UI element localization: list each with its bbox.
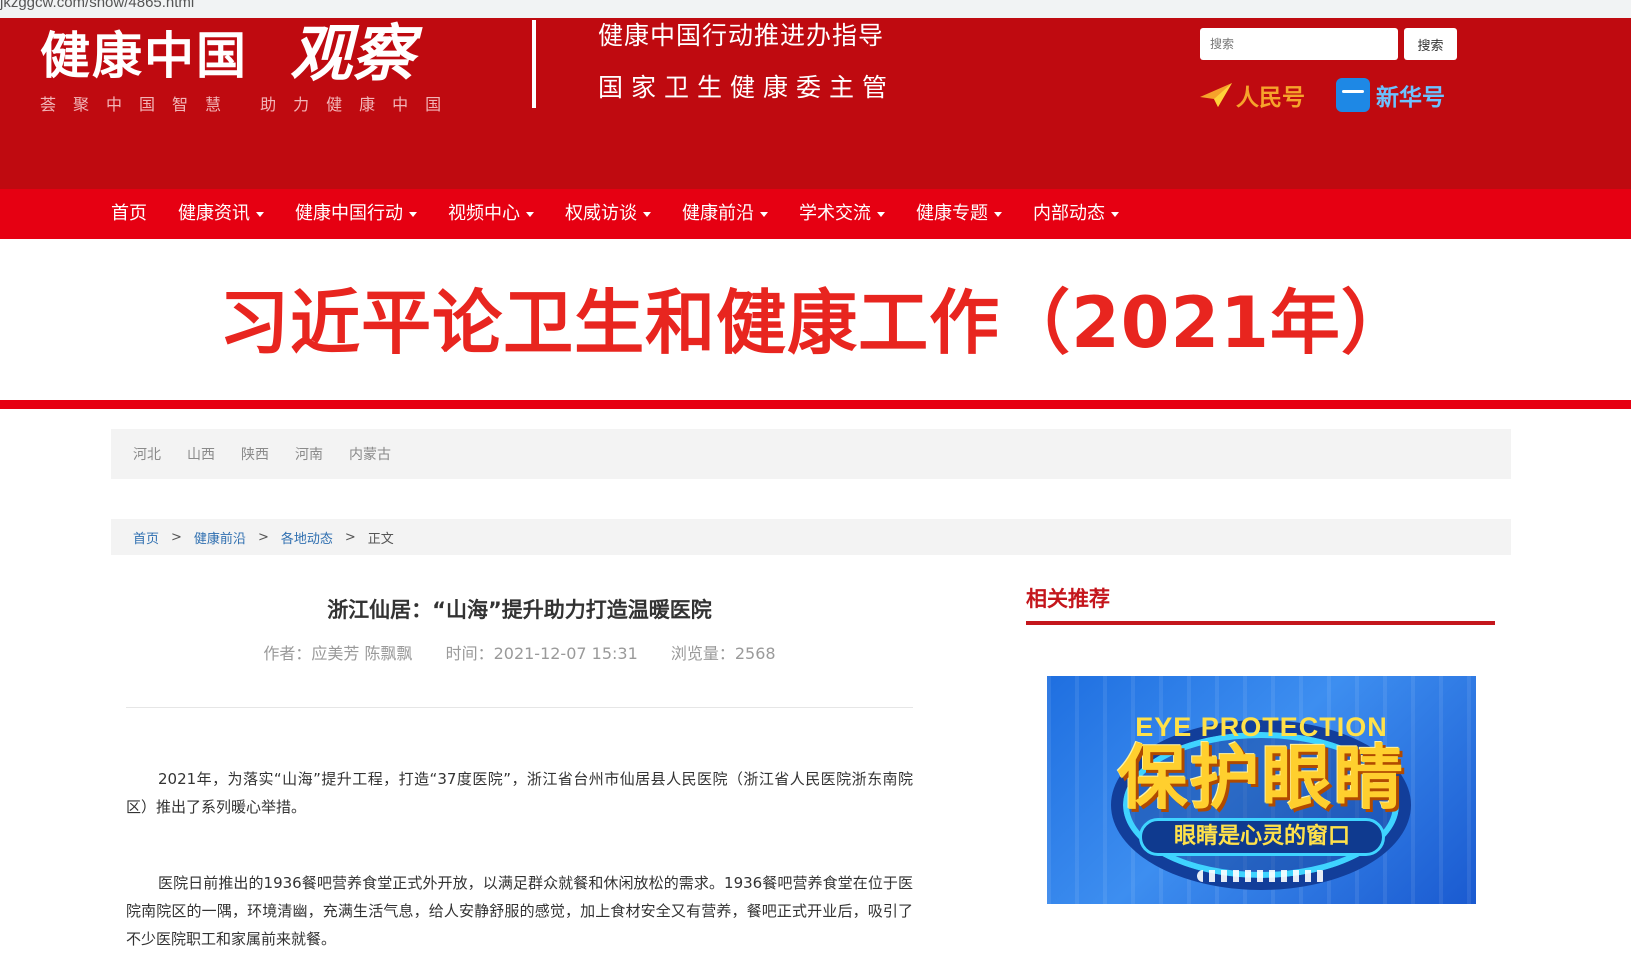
site-tagline: 荟聚中国智慧 助力健康中国	[40, 95, 459, 114]
site-logo-script[interactable]: 观察	[290, 18, 414, 90]
search-input[interactable]	[1200, 28, 1398, 60]
region-link[interactable]: 陕西	[241, 444, 269, 464]
article-paragraph: 医院日前推出的1936餐吧营养食堂正式外开放，以满足群众就餐和休闲放松的需求。1…	[126, 874, 913, 948]
site-logo-text[interactable]: 健康中国	[40, 26, 248, 86]
article-meta: 作者：应美芳 陈飘飘 时间：2021-12-07 15:31 浏览量：2568	[126, 641, 913, 667]
renminhao-logo-icon	[1200, 83, 1232, 107]
article-time: 时间：2021-12-07 15:31	[445, 644, 638, 663]
breadcrumb-current: 正文	[367, 531, 394, 547]
region-link[interactable]: 河北	[133, 444, 161, 464]
site-header: 健康中国 观察 荟聚中国智慧 助力健康中国 健康中国行动推进办指导 国家卫生健康…	[0, 18, 1631, 189]
caret-down-icon	[994, 211, 1002, 217]
nav-item-video-center[interactable]: 视频中心	[448, 189, 534, 239]
region-link[interactable]: 河南	[295, 444, 323, 464]
xinhuahao-logo-icon	[1336, 78, 1370, 112]
nav-item-home[interactable]: 首页	[111, 189, 147, 239]
renminhao-label: 人民号	[1236, 85, 1305, 111]
related-recommendations-title: 相关推荐	[1026, 587, 1110, 611]
caret-down-icon	[1111, 211, 1119, 217]
breadcrumb-home[interactable]: 首页	[133, 528, 159, 547]
breadcrumb: 首页 > 健康前沿 > 各地动态 > 正文	[111, 519, 1511, 555]
caret-down-icon	[256, 211, 264, 217]
article-paragraph: 2021年，为落实“山海”提升工程，打造“37度医院”，浙江省台州市仙居县人民医…	[126, 770, 913, 816]
header-divider	[532, 20, 536, 108]
region-bar: 河北 山西 陕西 河南 内蒙古	[111, 429, 1511, 479]
eye-protection-promo-image[interactable]: EYE PROTECTION 保护眼睛 眼睛是心灵的窗口	[1047, 676, 1476, 904]
xinhuahao-label: 新华号	[1376, 85, 1445, 111]
xinhuahao-link[interactable]: 新华号	[1336, 78, 1445, 112]
promo-dots	[1197, 870, 1327, 882]
url-text: jkzggcw.com/show/4865.html	[0, 0, 195, 11]
promo-headline: 保护眼睛	[1117, 737, 1406, 819]
search-button[interactable]: 搜索	[1404, 28, 1457, 60]
breadcrumb-local-news[interactable]: 各地动态	[281, 528, 333, 547]
nav-item-health-frontier[interactable]: 健康前沿	[682, 189, 768, 239]
supervisor-text: 国家卫生健康委主管	[598, 73, 896, 102]
breadcrumb-separator: >	[257, 529, 269, 545]
breadcrumb-separator: >	[344, 529, 356, 545]
renminhao-link[interactable]: 人民号	[1198, 78, 1305, 112]
sidebar-divider	[1026, 621, 1495, 625]
article-divider	[126, 707, 913, 708]
nav-item-interviews[interactable]: 权威访谈	[565, 189, 651, 239]
promo-subline: 眼睛是心灵的窗口	[1139, 818, 1385, 856]
browser-url-bar[interactable]: jkzggcw.com/show/4865.html	[0, 0, 1631, 18]
nav-item-health-news[interactable]: 健康资讯	[178, 189, 264, 239]
nav-item-academic[interactable]: 学术交流	[799, 189, 885, 239]
guidance-text: 健康中国行动推进办指导	[598, 21, 885, 50]
banner-title[interactable]: 习近平论卫生和健康工作（2021年）	[0, 278, 1631, 368]
article-author: 作者：应美芳 陈飘飘	[263, 644, 413, 663]
article-title: 浙江仙居：“山海”提升助力打造温暖医院	[327, 598, 712, 622]
nav-item-topics[interactable]: 健康专题	[916, 189, 1002, 239]
caret-down-icon	[526, 211, 534, 217]
breadcrumb-separator: >	[171, 529, 182, 545]
nav-item-healthy-china-action[interactable]: 健康中国行动	[295, 189, 417, 239]
nav-item-internal[interactable]: 内部动态	[1033, 189, 1119, 239]
caret-down-icon	[877, 211, 885, 217]
region-link[interactable]: 内蒙古	[349, 444, 391, 464]
caret-down-icon	[409, 211, 417, 217]
region-link[interactable]: 山西	[187, 444, 215, 464]
banner-divider	[0, 400, 1631, 409]
article-views: 浏览量：2568	[670, 644, 776, 663]
caret-down-icon	[643, 211, 651, 217]
caret-down-icon	[760, 211, 768, 217]
main-nav: 首页 健康资讯 健康中国行动 视频中心 权威访谈 健康前沿 学术交流 健康专题 …	[0, 189, 1631, 239]
breadcrumb-health-frontier[interactable]: 健康前沿	[194, 528, 246, 547]
